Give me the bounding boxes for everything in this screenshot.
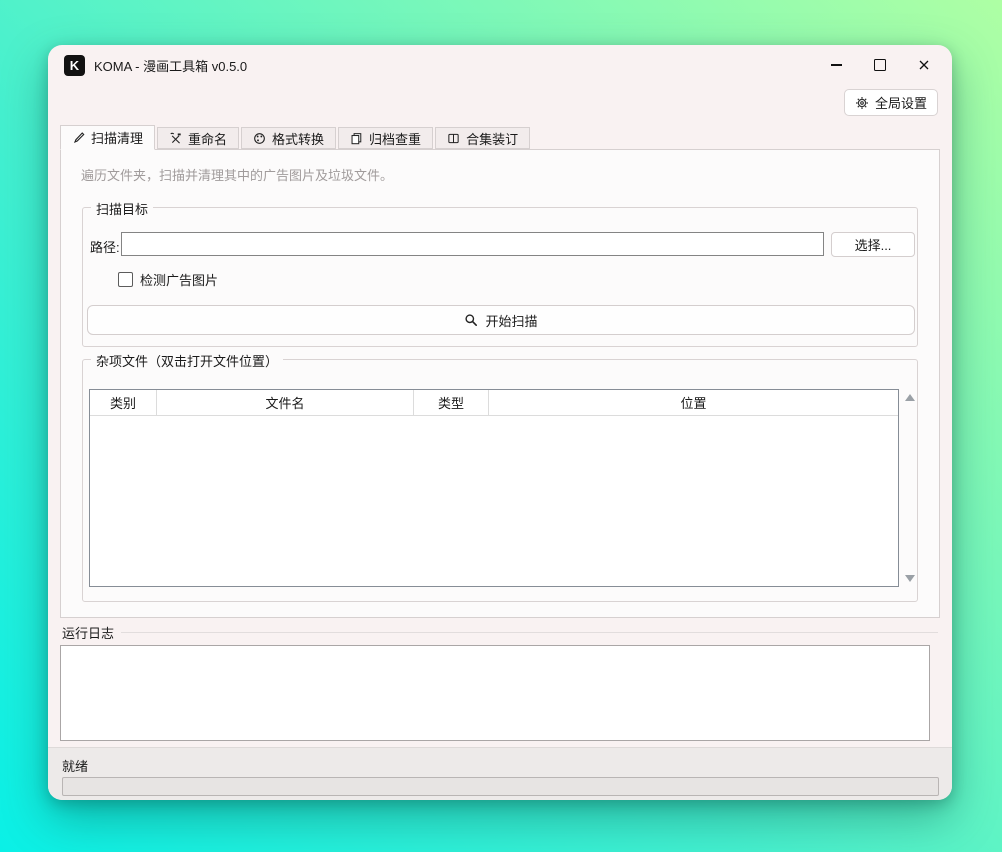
run-log-header: 运行日志: [62, 623, 938, 642]
minimize-icon: [830, 64, 842, 66]
tab-collection-bind[interactable]: 合集装订: [435, 127, 531, 149]
title-bar: K KOMA - 漫画工具箱 v0.5.0: [48, 45, 952, 85]
run-log-divider: [121, 632, 938, 633]
scroll-up-icon[interactable]: [905, 394, 915, 401]
tab-bar: 扫描清理 重命名 格式转换 归档查重 合集装订: [60, 125, 532, 150]
tab-format-convert[interactable]: 格式转换: [241, 127, 337, 149]
tab-label: 重命名: [188, 131, 228, 147]
app-logo-icon: K: [64, 54, 85, 76]
table-header-row: 类别 文件名 类型 位置: [90, 390, 898, 416]
run-log-title: 运行日志: [62, 626, 115, 641]
book-icon: [447, 132, 460, 145]
window-title: KOMA - 漫画工具箱 v0.5.0: [94, 58, 248, 74]
browse-button[interactable]: 选择...: [831, 232, 915, 257]
tab-label: 归档查重: [369, 131, 422, 147]
brush-icon: [72, 131, 85, 144]
gear-icon: [855, 96, 868, 109]
status-bar: 就绪: [48, 747, 952, 800]
misc-files-table: 类别 文件名 类型 位置: [89, 389, 899, 587]
window-controls: [814, 45, 946, 85]
scroll-down-icon[interactable]: [905, 575, 915, 582]
tab-scan-clean[interactable]: 扫描清理: [60, 125, 156, 150]
scan-target-group-title: 扫描目标: [91, 199, 154, 218]
checkbox-label: 检测广告图片: [140, 273, 219, 288]
tab-label: 扫描清理: [91, 131, 144, 146]
path-label: 路径:: [90, 240, 120, 255]
detect-ads-checkbox[interactable]: 检测广告图片: [118, 270, 218, 289]
column-header-category[interactable]: 类别: [90, 390, 157, 415]
column-header-type[interactable]: 类型: [414, 390, 489, 415]
tab-label: 合集装订: [466, 131, 519, 147]
maximize-icon: [874, 59, 886, 71]
tab-label: 格式转换: [272, 131, 325, 147]
global-settings-label: 全局设置: [874, 96, 927, 111]
panel-description: 遍历文件夹，扫描并清理其中的广告图片及垃圾文件。: [81, 168, 394, 183]
copy-pages-icon: [350, 132, 363, 145]
checkbox-box: [118, 272, 133, 287]
column-header-location[interactable]: 位置: [489, 390, 898, 415]
hammer-wrench-icon: [169, 132, 182, 145]
misc-files-group: 杂项文件（双击打开文件位置） 类别 文件名 类型 位置: [82, 351, 918, 602]
tab-rename[interactable]: 重命名: [157, 127, 240, 149]
misc-files-group-title: 杂项文件（双击打开文件位置）: [91, 351, 284, 370]
scan-clean-panel: 遍历文件夹，扫描并清理其中的广告图片及垃圾文件。 扫描目标 路径: 选择... …: [60, 149, 940, 618]
table-scrollbar[interactable]: [903, 389, 918, 587]
close-button[interactable]: [902, 45, 946, 85]
magnifier-icon: [465, 314, 478, 326]
palette-icon: [253, 132, 266, 145]
table-body: [90, 416, 898, 588]
minimize-button[interactable]: [814, 45, 858, 85]
global-settings-button[interactable]: 全局设置: [843, 89, 938, 116]
start-scan-button[interactable]: 开始扫描: [87, 305, 915, 335]
app-window: K KOMA - 漫画工具箱 v0.5.0 全局设置 扫描清理 重命名 格式转换…: [48, 45, 952, 800]
start-scan-label: 开始扫描: [485, 313, 538, 329]
maximize-button[interactable]: [858, 45, 902, 85]
tab-archive-dedupe[interactable]: 归档查重: [338, 127, 434, 149]
path-input[interactable]: [121, 232, 824, 256]
scan-target-group: 扫描目标 路径: 选择... 检测广告图片 开始扫描: [82, 199, 918, 347]
run-log-output[interactable]: [60, 645, 930, 741]
progress-bar: [62, 777, 939, 796]
column-header-filename[interactable]: 文件名: [157, 390, 414, 415]
close-icon: [919, 60, 929, 70]
status-text: 就绪: [62, 759, 89, 774]
